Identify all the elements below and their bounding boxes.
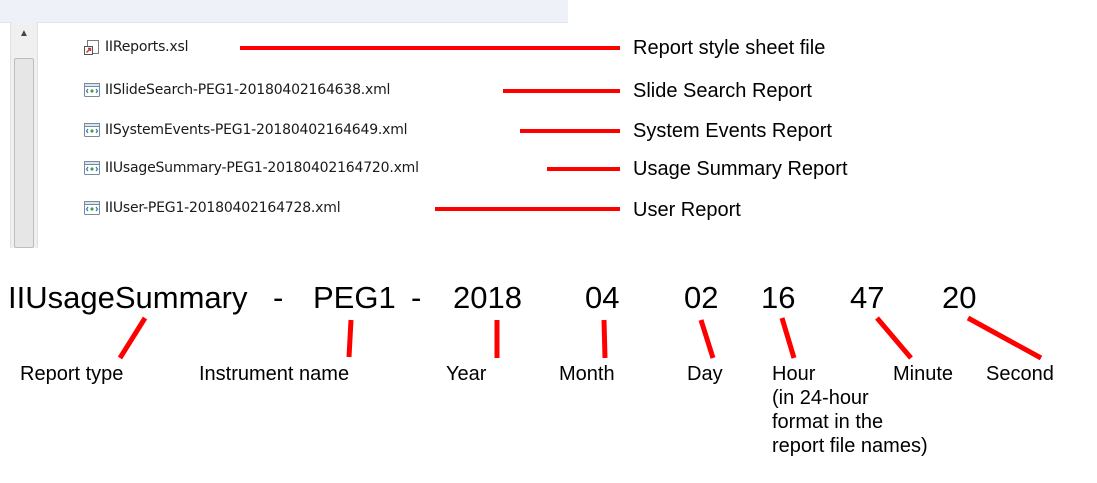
label-minute: Minute — [893, 363, 954, 385]
label-year: Year — [446, 363, 487, 385]
label-day: Day — [687, 363, 723, 385]
label-month: Month — [559, 363, 615, 385]
connector-instrument — [346, 319, 354, 358]
connector-day — [698, 319, 716, 359]
connector-second — [966, 315, 1043, 361]
label-instrument-name: Instrument name — [199, 363, 350, 385]
connector-month — [601, 319, 608, 359]
hour-format-note: (in 24-hour format in the report file na… — [772, 386, 932, 458]
hour-note-line: report file names) — [772, 435, 928, 457]
connector-hour — [779, 317, 797, 359]
hour-note-line: (in 24-hour — [772, 387, 869, 409]
hour-note-line: format in the — [772, 411, 884, 433]
label-report-type: Report type — [20, 363, 124, 385]
connector-minute — [875, 316, 913, 360]
label-hour: Hour — [772, 363, 816, 385]
label-second: Second — [986, 363, 1054, 385]
breakdown-connectors — [117, 315, 1043, 361]
connector-report-type — [117, 316, 148, 360]
